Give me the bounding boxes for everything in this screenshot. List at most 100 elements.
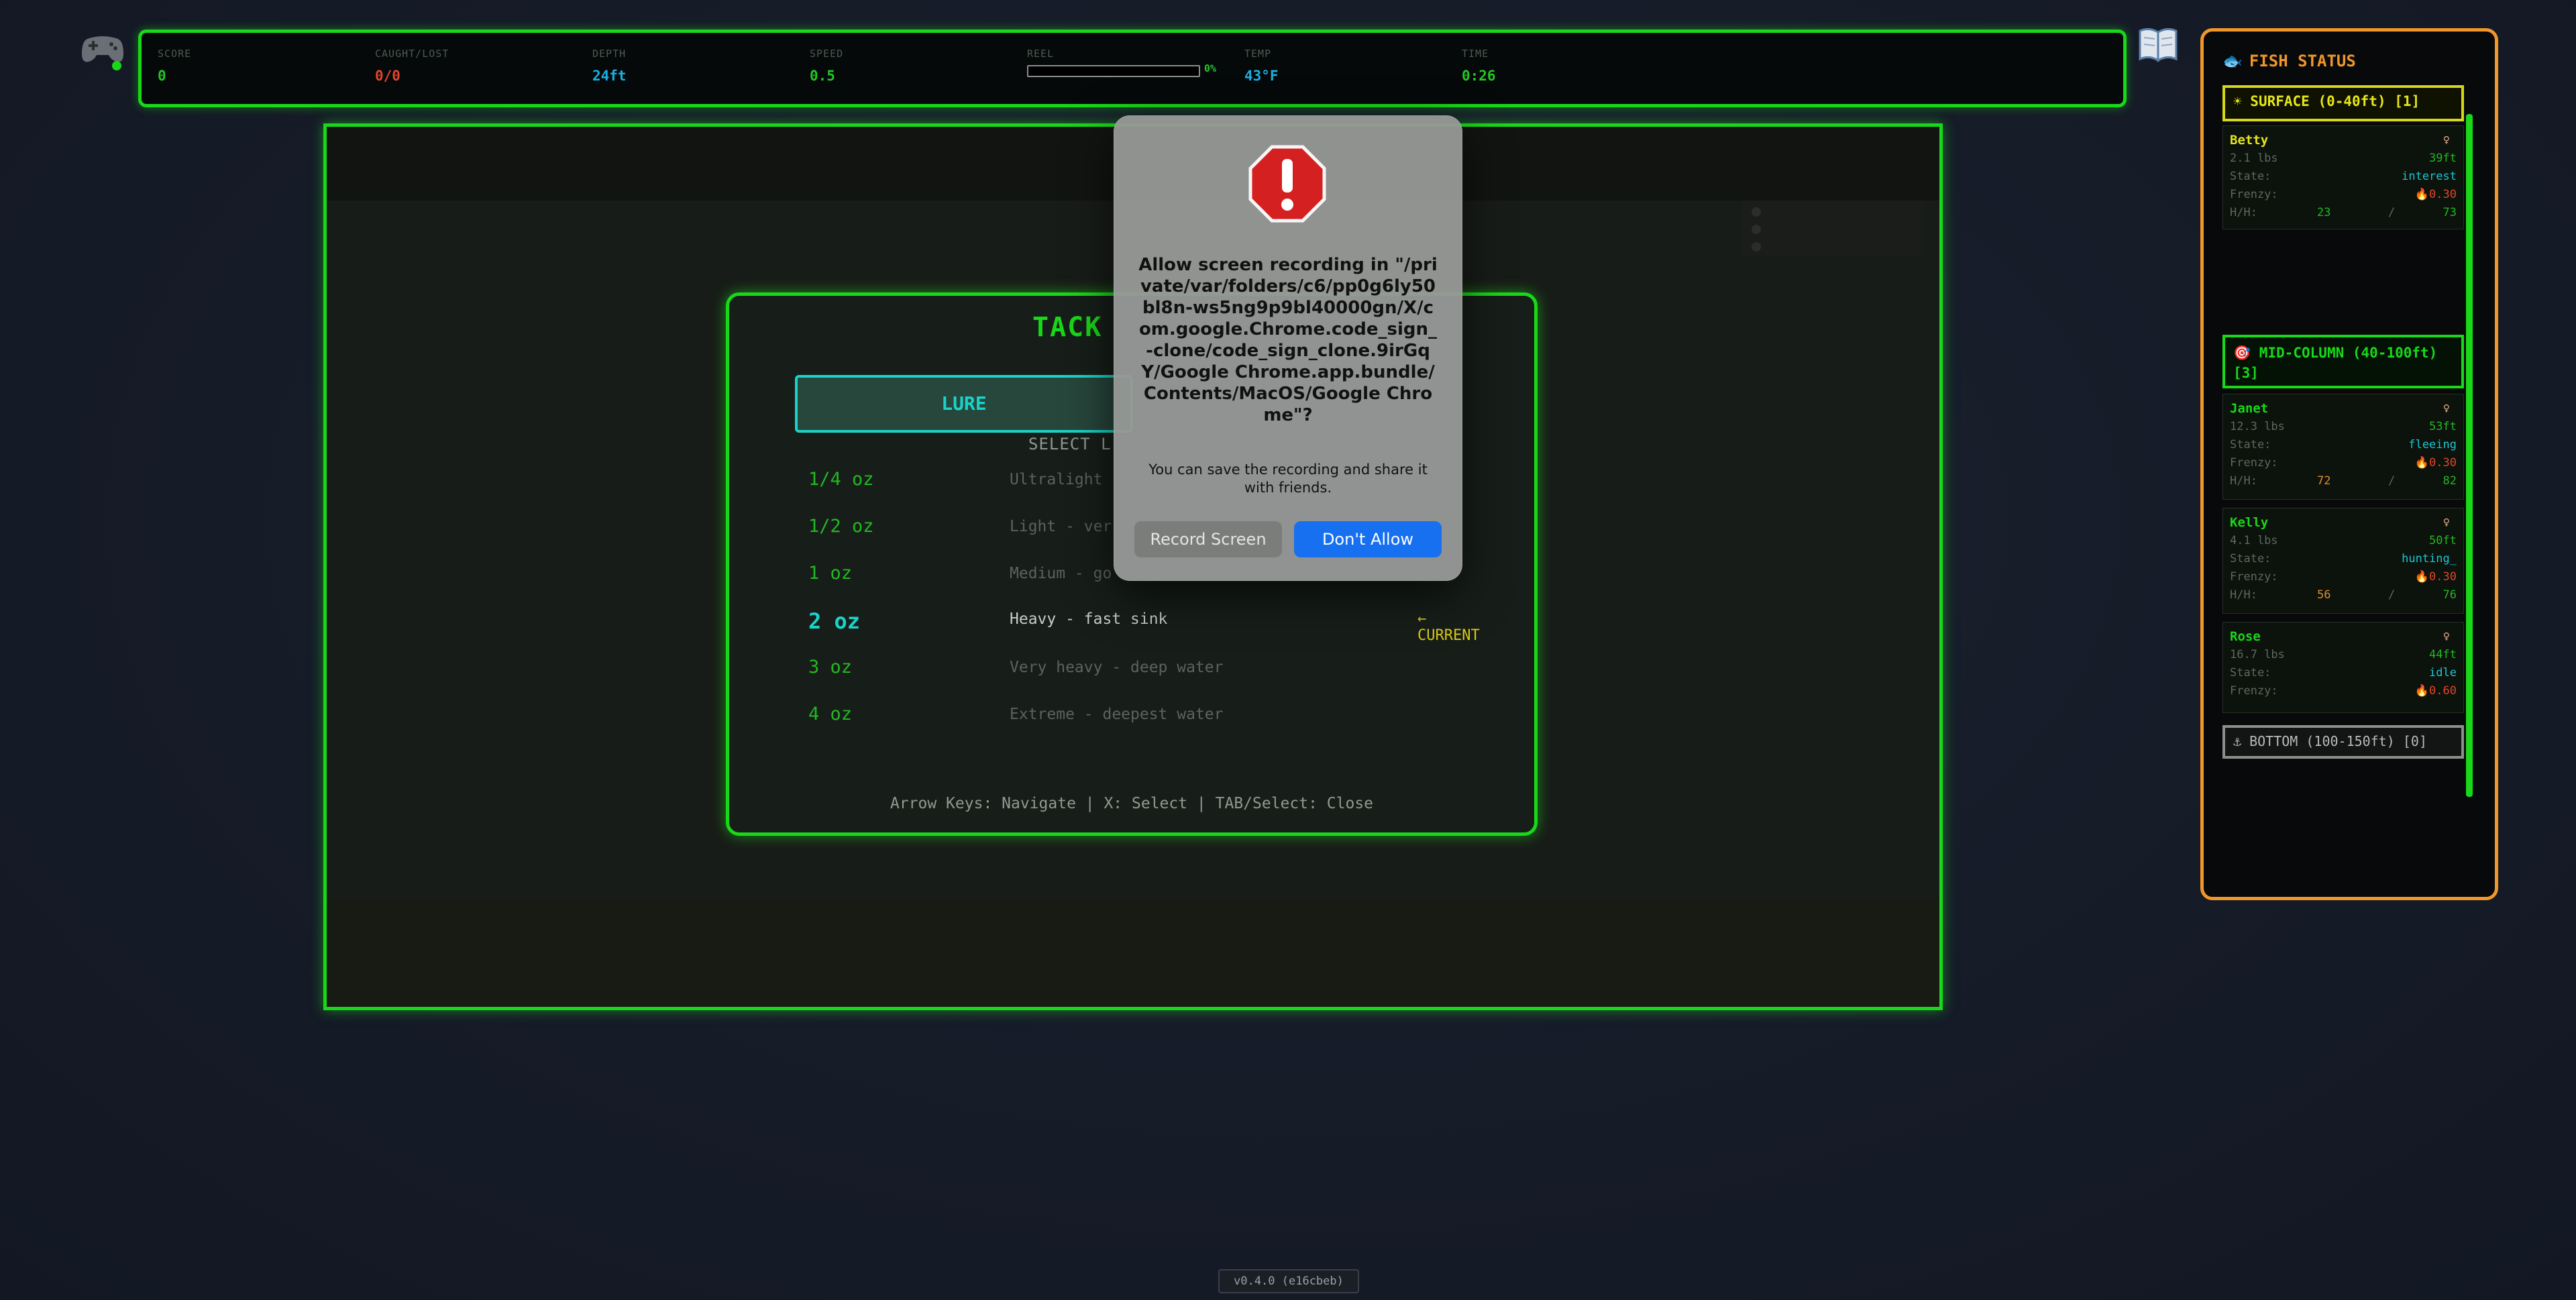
hh-separator: / <box>2388 474 2396 488</box>
fire-icon: 🔥 <box>2414 188 2430 201</box>
version-badge: v0.4.0 (e16cbeb) <box>1218 1269 1359 1293</box>
zone-label: SURFACE (0-40ft) [1] <box>2250 93 2420 109</box>
fish-weight: 4.1 lbs <box>2230 534 2278 547</box>
hh-separator: / <box>2388 206 2396 219</box>
stat-value: 0:26 <box>1462 68 1496 84</box>
fish-name: Janet <box>2230 401 2269 416</box>
lure-option-current[interactable]: 2 oz Heavy - fast sink ← CURRENT <box>808 608 1480 644</box>
reel-progress-bar <box>1027 65 1200 77</box>
hh-label: H/H: <box>2230 474 2257 488</box>
fish-weight: 2.1 lbs <box>2230 152 2278 165</box>
tackle-help-text: Arrow Keys: Navigate | X: Select | TAB/S… <box>890 795 1374 812</box>
fish-state: idle <box>2429 666 2457 680</box>
stat-label: DEPTH <box>592 48 627 60</box>
lake-floor <box>327 900 1939 1007</box>
fish-status-panel: 🐟 FISH STATUS ☀ SURFACE (0-40ft) [1] Bett… <box>2200 28 2498 900</box>
zone-label: BOTTOM (100-150ft) [0] <box>2249 733 2427 749</box>
tackle-box-title: TACK <box>1032 312 1103 343</box>
stat-depth: DEPTH 24ft <box>592 48 627 84</box>
fish-card[interactable]: Janet ♀ 12.3 lbs 53ft State: fleeing Frenzy… <box>2222 394 2464 500</box>
stat-value: 43°F <box>1244 68 1279 84</box>
fish-frenzy: 0.60 <box>2429 684 2457 698</box>
fish-name: Betty <box>2230 133 2269 148</box>
fire-icon: 🔥 <box>2414 684 2430 698</box>
stat-value: 24ft <box>592 68 627 84</box>
fire-icon: 🔥 <box>2414 456 2430 470</box>
fish-state: interest <box>2402 170 2457 183</box>
fish-weight: 12.3 lbs <box>2230 420 2285 433</box>
zone-header-mid-column[interactable]: 🎯 MID-COLUMN (40-100ft) [3] <box>2222 335 2464 388</box>
zone-header-bottom[interactable]: ⚓ BOTTOM (100-150ft) [0] <box>2222 725 2464 759</box>
hh-label: H/H: <box>2230 588 2257 602</box>
lure-description: Extreme - deepest water <box>1010 706 1224 723</box>
hh-label: H/H: <box>2230 206 2257 219</box>
stat-value: 0/0 <box>375 68 400 84</box>
fish-card[interactable]: Kelly ♀ 4.1 lbs 50ft State: hunting_ Frenzy… <box>2222 508 2464 614</box>
book-icon[interactable] <box>2137 25 2179 64</box>
sonar-dot <box>1752 225 1761 234</box>
lure-weight: 3 oz <box>808 657 853 678</box>
anchor-icon: ⚓ <box>2233 733 2250 749</box>
stat-speed: SPEED 0.5 <box>810 48 843 84</box>
stat-label: CAUGHT/LOST <box>375 48 449 60</box>
frenzy-label: Frenzy: <box>2230 188 2278 201</box>
sonar-dot <box>1752 207 1761 217</box>
frenzy-label: Frenzy: <box>2230 684 2278 698</box>
fish-depth: 53ft <box>2429 420 2457 433</box>
state-label: State: <box>2230 552 2271 565</box>
fish-depth: 44ft <box>2429 648 2457 661</box>
zone-label: MID-COLUMN (40-100ft) [3] <box>2233 345 2438 381</box>
stat-reel: REEL 0% <box>1027 48 1228 77</box>
fish-card[interactable]: Betty ♀ 2.1 lbs 39ft State: interest Frenzy… <box>2222 125 2464 229</box>
current-indicator: ← CURRENT <box>1417 610 1480 644</box>
female-icon: ♀ <box>2443 402 2450 415</box>
hh-separator: / <box>2388 588 2396 602</box>
stat-temp: TEMP 43°F <box>1244 48 1279 84</box>
fish-panel-scrollbar[interactable] <box>2466 114 2473 797</box>
stat-time: TIME 0:26 <box>1462 48 1496 84</box>
gamepad-icon[interactable] <box>79 27 126 74</box>
fish-state: hunting_ <box>2402 552 2457 565</box>
tab-lure[interactable]: LURE <box>795 375 1133 433</box>
lure-weight: 1 oz <box>808 563 853 584</box>
stat-label: TIME <box>1462 48 1489 60</box>
screen-recording-dialog: Allow screen recording in "/private/var/… <box>1114 115 1462 581</box>
fish-health: 73 <box>2443 206 2457 219</box>
fire-icon: 🔥 <box>2414 570 2430 584</box>
lure-weight: 1/4 oz <box>808 469 874 490</box>
lure-weight: 2 oz <box>808 608 861 634</box>
reel-percent: 0% <box>1204 62 1217 74</box>
fish-frenzy: 0.30 <box>2429 188 2457 201</box>
warning-icon <box>1248 144 1327 223</box>
fish-icon: 🐟 <box>2222 52 2243 70</box>
fish-frenzy: 0.30 <box>2429 456 2457 470</box>
fish-hunger: 72 <box>2317 474 2331 488</box>
stat-value: 0 <box>158 68 166 84</box>
fish-hunger: 23 <box>2317 206 2331 219</box>
female-icon: ♀ <box>2443 516 2450 529</box>
fish-status-title: 🐟 FISH STATUS <box>2222 52 2356 70</box>
dont-allow-button[interactable]: Don't Allow <box>1294 521 1442 557</box>
fish-card[interactable]: Rose ♀ 16.7 lbs 44ft State: idle Frenzy: 🔥0.… <box>2222 622 2464 713</box>
lure-weight: 4 oz <box>808 704 853 724</box>
dialog-title: Allow screen recording in "/private/var/… <box>1138 255 1438 425</box>
stat-label: REEL <box>1027 48 1055 60</box>
frenzy-label: Frenzy: <box>2230 456 2278 470</box>
lure-description: Very heavy - deep water <box>1010 659 1224 676</box>
record-screen-button[interactable]: Record Screen <box>1134 521 1282 557</box>
fish-frenzy: 0.30 <box>2429 570 2457 584</box>
fish-health: 82 <box>2443 474 2457 488</box>
fish-name: Rose <box>2230 629 2261 644</box>
fish-depth: 39ft <box>2429 152 2457 165</box>
female-icon: ♀ <box>2443 133 2450 147</box>
zone-header-surface[interactable]: ☀ SURFACE (0-40ft) [1] <box>2222 85 2464 121</box>
lure-description: Light - ver <box>1010 518 1112 535</box>
lure-option[interactable]: 3 oz Very heavy - deep water <box>808 657 1452 684</box>
lure-option[interactable]: 4 oz Extreme - deepest water <box>808 704 1452 730</box>
stat-label: SCORE <box>158 48 192 60</box>
fish-name: Kelly <box>2230 515 2269 530</box>
frenzy-label: Frenzy: <box>2230 570 2278 584</box>
fish-weight: 16.7 lbs <box>2230 648 2285 661</box>
fish-state: fleeing <box>2408 438 2457 451</box>
stat-value: 0.5 <box>810 68 835 84</box>
